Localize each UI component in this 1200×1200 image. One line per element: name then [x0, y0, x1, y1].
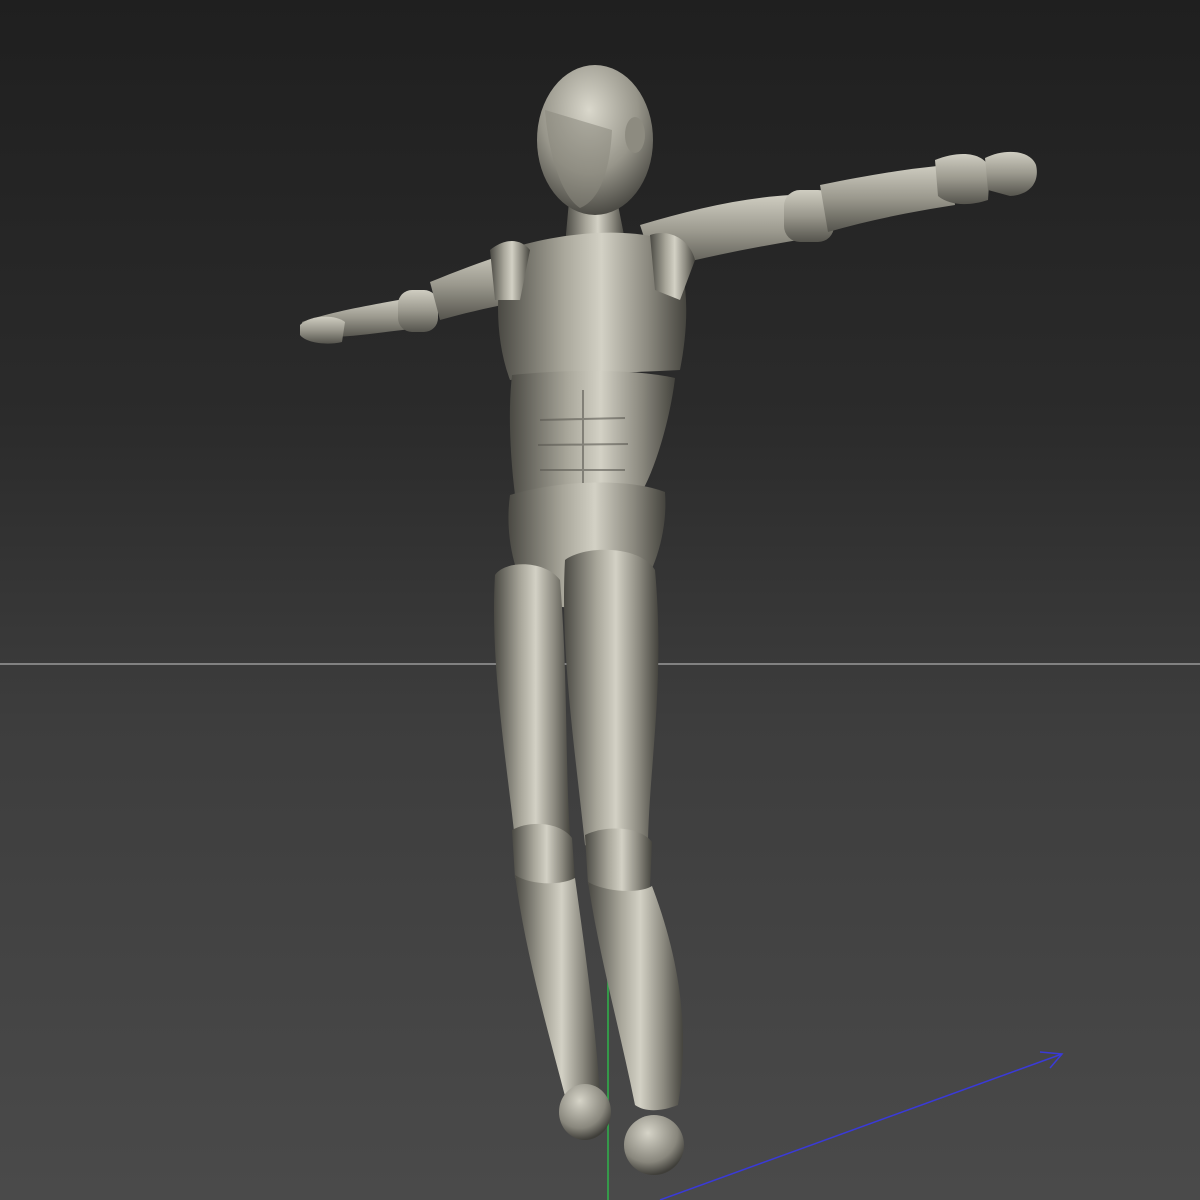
left-shin [515, 875, 600, 1102]
left-thigh [494, 564, 570, 848]
mannequin-model[interactable] [300, 65, 1037, 1175]
ear [625, 117, 645, 153]
right-shin [588, 882, 683, 1111]
viewport-scene[interactable] [0, 0, 1200, 1200]
right-forearm [820, 165, 955, 232]
right-knee [585, 828, 652, 895]
3d-viewport[interactable] [0, 0, 1200, 1200]
right-foot [624, 1115, 684, 1175]
right-wrist [935, 154, 990, 205]
left-hand [300, 316, 345, 344]
x-axis-line [659, 1053, 1063, 1200]
abdomen [509, 370, 675, 499]
right-hand [985, 151, 1037, 196]
left-foot [559, 1084, 611, 1140]
left-elbow-joint [398, 290, 438, 332]
right-thigh [564, 549, 659, 854]
